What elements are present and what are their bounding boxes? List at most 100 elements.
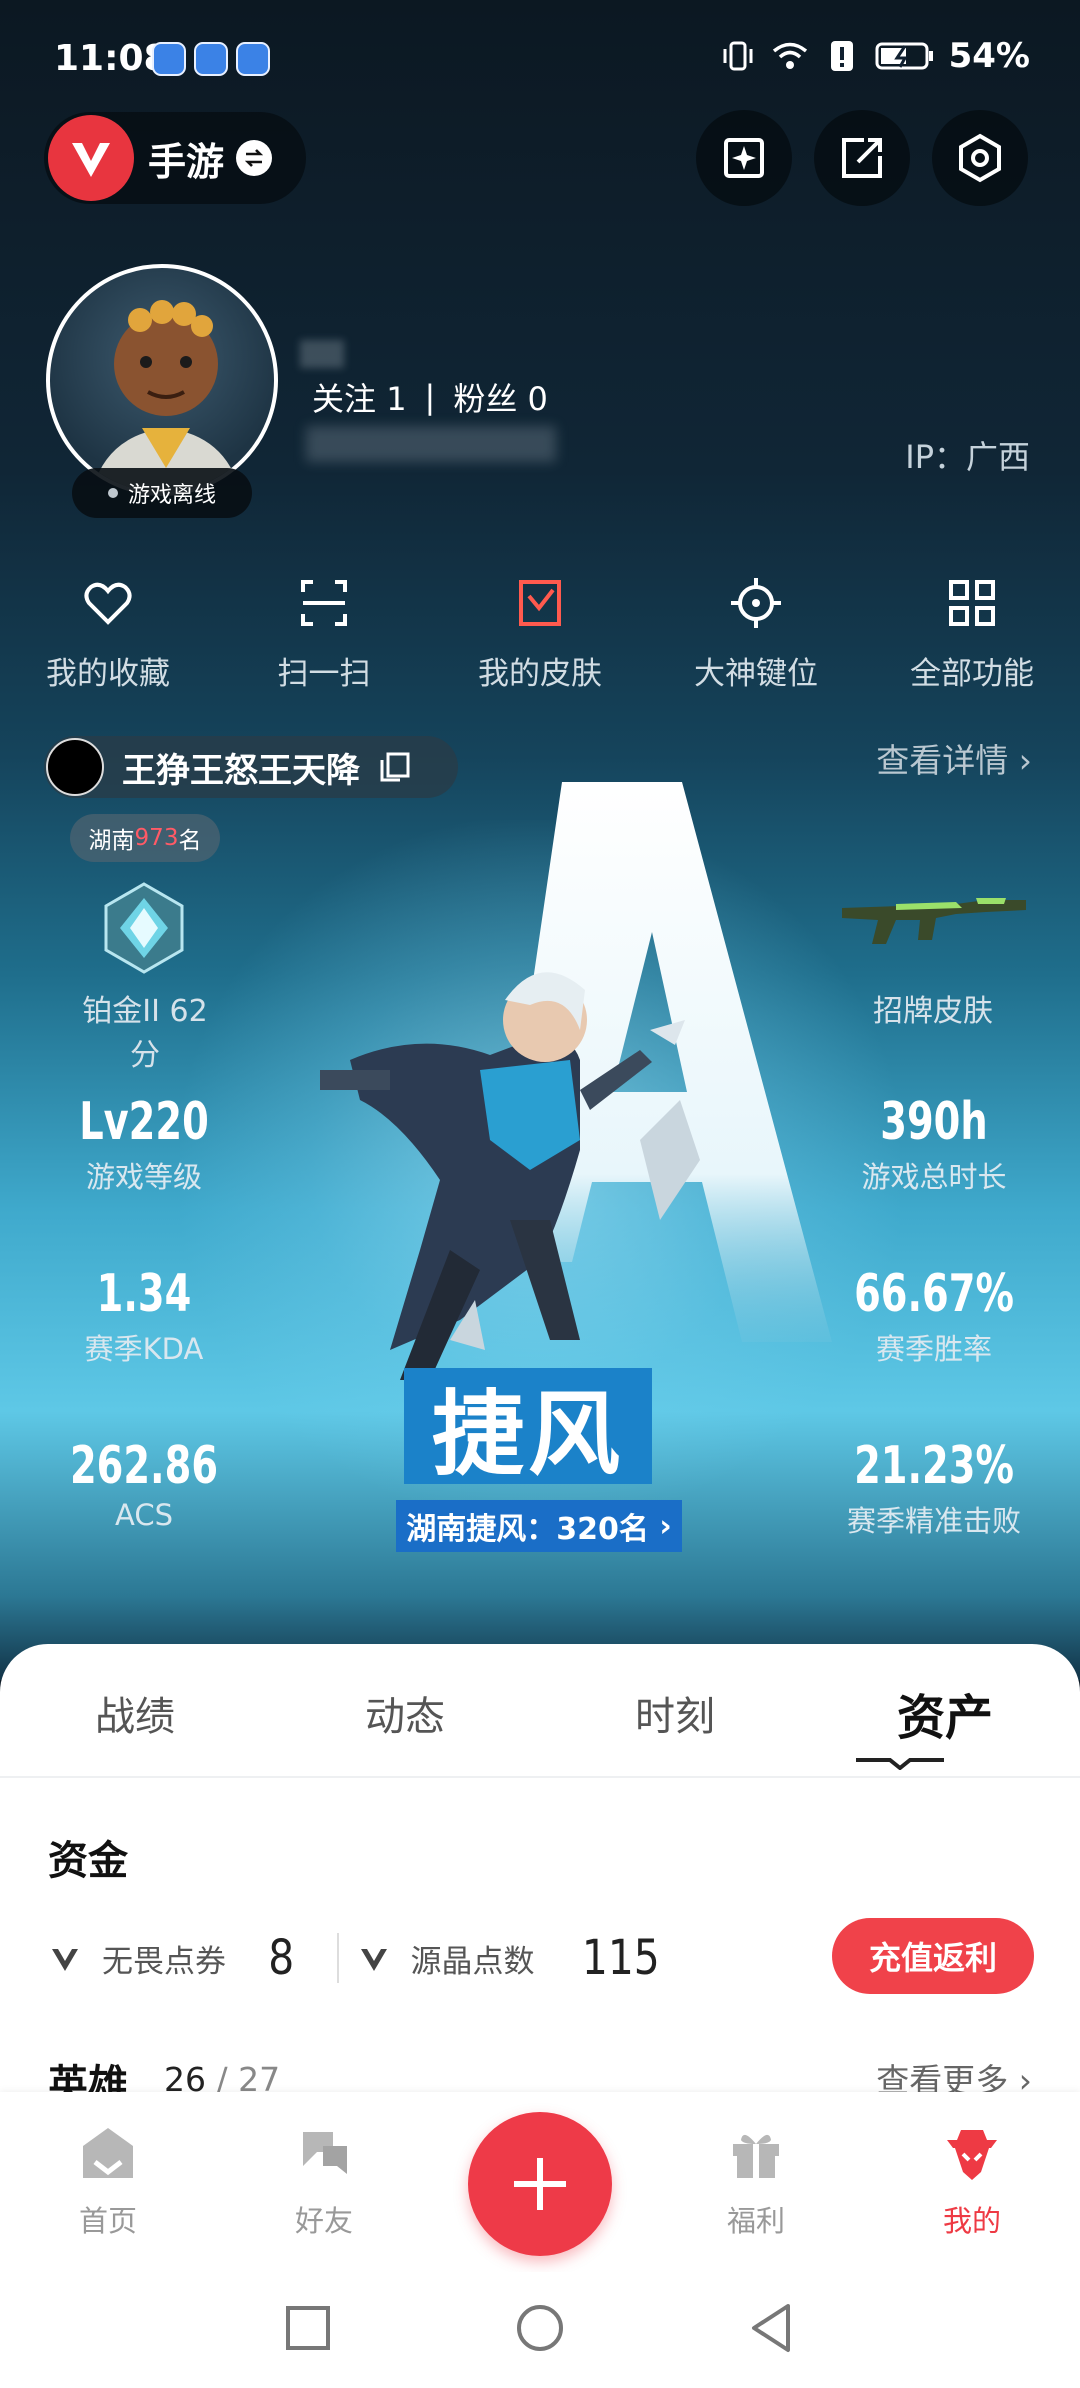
fans-label: 粉丝	[453, 380, 518, 418]
bottom-navigation: 首页 好友 福利 我的	[0, 2092, 1080, 2272]
platinum-rank-icon	[104, 882, 184, 974]
agent-jett-illustration	[320, 972, 700, 1380]
app-notification-icon	[152, 42, 186, 76]
game-logo-icon	[48, 115, 134, 201]
online-status-badge: 游戏离线	[72, 468, 252, 518]
plus-icon	[514, 2158, 566, 2210]
quick-action-label: 扫一扫	[277, 656, 371, 692]
quick-action-scan[interactable]: 扫一扫	[216, 574, 432, 693]
friends-icon	[303, 2132, 347, 2174]
valorant-points-icon	[52, 1949, 78, 1971]
tab-assets[interactable]: 资产	[810, 1678, 1080, 1748]
edit-card-button[interactable]	[696, 110, 792, 206]
nav-label: 福利	[726, 2204, 785, 2238]
stat-playtime: 390h 游戏总时长	[814, 1092, 1054, 1196]
view-details-label: 查看详情	[876, 741, 1009, 780]
quick-action-label: 大神键位	[694, 656, 818, 692]
share-button[interactable]	[814, 110, 910, 206]
stat-label: 赛季精准击败	[846, 1504, 1021, 1538]
heart-icon	[79, 574, 137, 632]
system-navigation-bar	[0, 2272, 1080, 2388]
stat-winrate: 66.67% 赛季胜率	[814, 1264, 1054, 1368]
tab-record[interactable]: 战绩	[0, 1684, 270, 1748]
nav-friends[interactable]: 好友	[244, 2122, 404, 2240]
stat-label: 赛季KDA	[84, 1332, 204, 1366]
avatar-character-image	[91, 300, 241, 492]
rp-value: 115	[581, 1930, 660, 1986]
profile-tabs: 战绩 动态 时刻 资产	[0, 1684, 1080, 1748]
quick-action-favorites[interactable]: 我的收藏	[0, 574, 216, 693]
agent-region-rank-link[interactable]: 湖南捷风：320名 ›	[396, 1500, 682, 1552]
copy-icon[interactable]	[378, 750, 412, 784]
create-post-button[interactable]	[468, 2112, 612, 2256]
agent-region-rank: 湖南捷风：320名	[406, 1512, 649, 1547]
tab-moments[interactable]: 时刻	[540, 1684, 810, 1748]
home-circle-icon[interactable]	[512, 2300, 568, 2356]
quick-action-keybinds[interactable]: 大神键位	[648, 574, 864, 693]
stat-label: ACS	[115, 1498, 173, 1532]
settings-hexagon-icon	[959, 133, 1001, 183]
fans-link[interactable]: 粉丝 0	[453, 374, 548, 420]
team-name: 王狰王怒王天降	[122, 750, 360, 791]
stat-value: 1.34	[96, 1264, 192, 1324]
me-icon	[947, 2130, 997, 2180]
rp-label: 源晶点数	[410, 1943, 535, 1980]
ip-location: IP：广西	[905, 438, 1030, 476]
main-agent-name: 捷风	[404, 1368, 652, 1488]
view-details-link[interactable]: 查看详情 ›	[876, 734, 1032, 782]
sparkle-card-icon	[724, 138, 764, 178]
chevron-right-icon: ›	[1018, 741, 1032, 780]
rank-label: 铂金II 62分	[82, 994, 208, 1073]
swap-icon	[236, 140, 273, 176]
nav-me[interactable]: 我的	[892, 2122, 1052, 2240]
back-triangle-icon[interactable]	[744, 2300, 800, 2356]
stat-value: 262.86	[69, 1436, 219, 1496]
system-status-icons: 54%	[719, 36, 1030, 76]
quick-action-label: 我的皮肤	[478, 656, 602, 692]
recharge-button[interactable]: 充值返利	[832, 1918, 1034, 1994]
signature-skin-weapon-icon[interactable]	[836, 884, 1032, 954]
tab-feed[interactable]: 动态	[270, 1684, 540, 1748]
game-name: 手游	[148, 139, 225, 184]
settings-button[interactable]	[932, 110, 1028, 206]
status-bar: 11:08 54%	[0, 0, 1080, 110]
nav-label: 好友	[294, 2204, 353, 2238]
vp-value: 8	[268, 1930, 295, 1986]
nav-label: 我的	[942, 2204, 1001, 2238]
nav-home[interactable]: 首页	[28, 2122, 188, 2240]
alert-icon	[830, 41, 853, 71]
quick-action-label: 我的收藏	[46, 656, 170, 692]
skin-icon	[511, 574, 569, 632]
quick-actions: 我的收藏 扫一扫 我的皮肤 大神键位 全部功能	[0, 574, 1080, 693]
region-rank-badge: 湖南 973 名	[70, 814, 220, 862]
team-avatar	[46, 738, 104, 796]
stat-accuracy: 21.23% 赛季精准击败	[814, 1436, 1054, 1540]
following-link[interactable]: 关注 1	[312, 374, 407, 420]
quick-action-all[interactable]: 全部功能	[864, 574, 1080, 693]
nav-rewards[interactable]: 福利	[676, 2122, 836, 2240]
divider	[336, 1933, 339, 1983]
scan-icon	[295, 574, 353, 632]
stat-label: 游戏等级	[85, 1160, 202, 1194]
username-redacted	[300, 340, 344, 368]
region-rank-number: 973	[134, 825, 179, 851]
recent-apps-icon[interactable]	[280, 2300, 336, 2356]
avatar[interactable]	[46, 264, 278, 496]
team-name-pill[interactable]: 王狰王怒王天降	[44, 736, 458, 798]
stats-separator: |	[424, 378, 436, 416]
wifi-icon	[772, 42, 807, 69]
signature-skin-label: 招牌皮肤	[873, 994, 993, 1029]
region-name: 湖南	[88, 828, 135, 854]
following-label: 关注	[312, 380, 377, 418]
vp-label: 无畏点券	[102, 1943, 226, 1980]
battery-level: 54%	[948, 36, 1030, 76]
divider	[0, 1776, 1080, 1778]
chevron-right-icon: ›	[648, 1508, 672, 1544]
follow-stats: 关注 1 | 粉丝 0	[312, 374, 548, 420]
stat-value: 66.67%	[854, 1264, 1014, 1324]
game-switcher[interactable]: 手游	[44, 112, 306, 204]
quick-action-skins[interactable]: 我的皮肤	[432, 574, 648, 693]
stat-label: 游戏总时长	[861, 1160, 1007, 1194]
gift-icon	[733, 2134, 779, 2178]
online-status-text: 游戏离线	[127, 483, 216, 508]
